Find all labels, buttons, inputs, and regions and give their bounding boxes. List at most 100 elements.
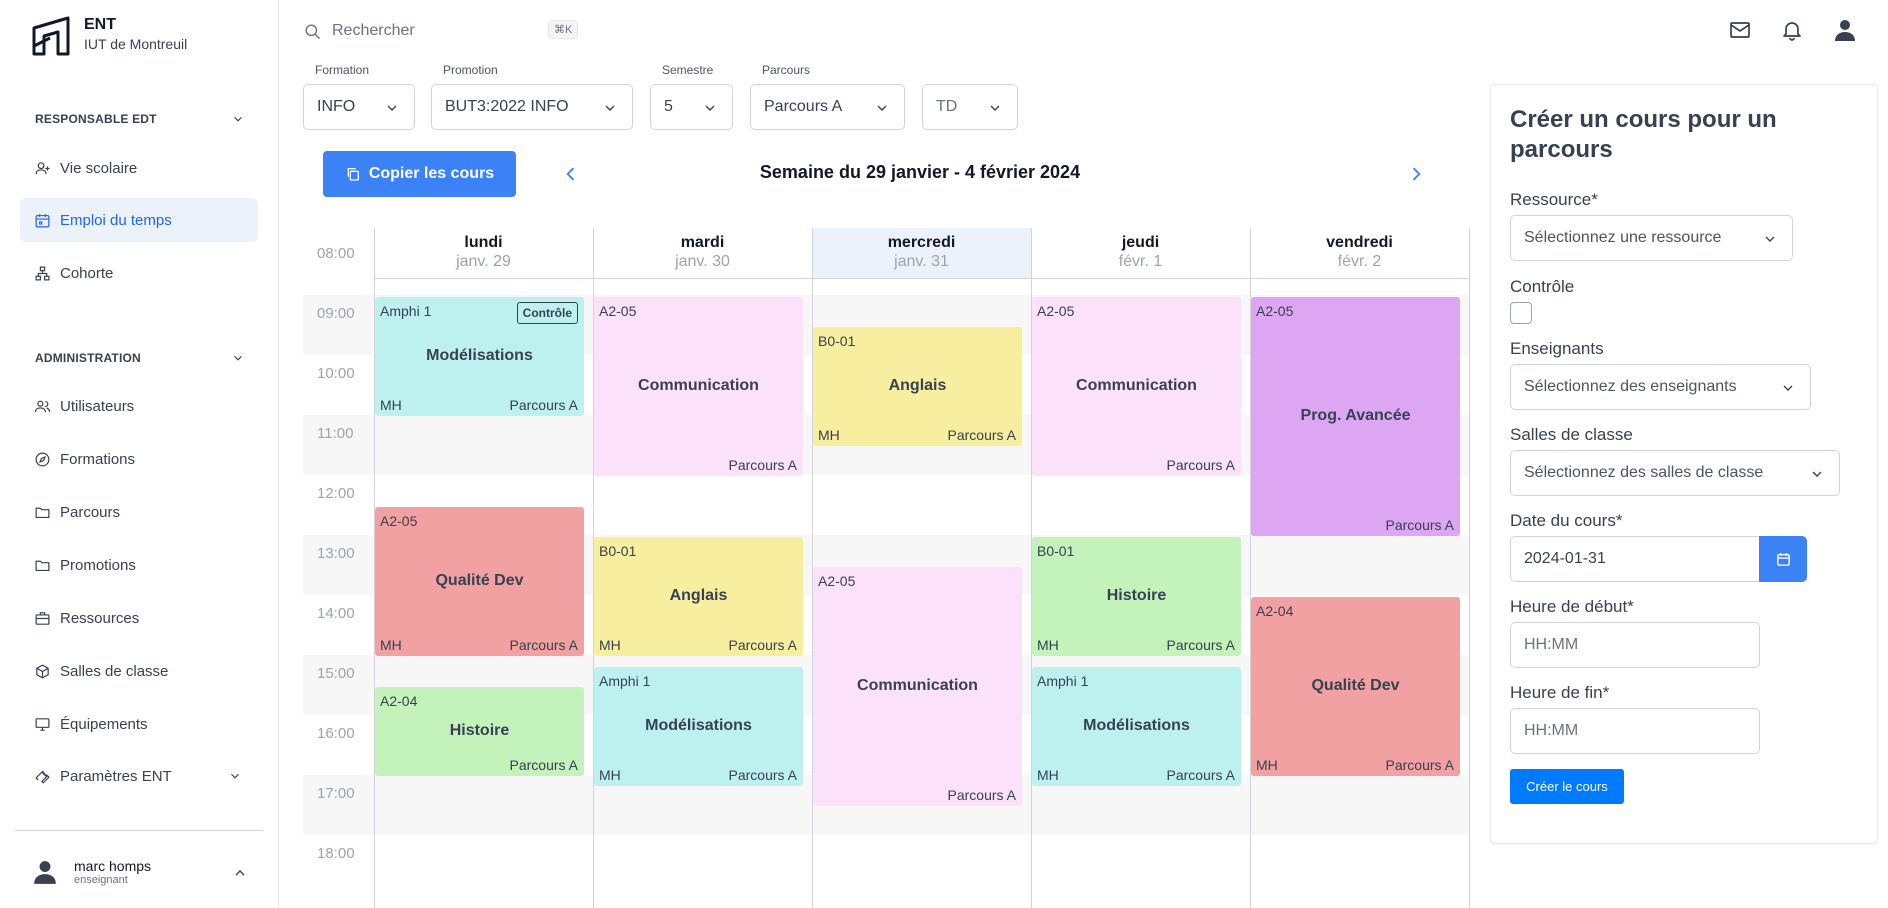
copy-courses-button[interactable]: Copier les cours [323,151,516,197]
enseignants-placeholder: Sélectionnez des enseignants [1524,378,1737,395]
hierarchy-icon [35,266,50,280]
sidebar-item-label: Paramètres ENT [60,767,172,785]
day-header[interactable]: lundi janv. 29 [374,228,593,278]
salles-select[interactable]: Sélectionnez des salles de classe [1510,450,1840,496]
hour-label: 10:00 [317,365,355,382]
course-room: B0-01 [1037,543,1075,559]
copy-icon [347,168,359,181]
briefcase-icon [35,611,50,625]
sidebar-item-promotions[interactable]: Promotions [20,543,258,587]
formation-label: Formation [315,63,370,77]
course-event[interactable]: B0-01 Anglais MH Parcours A [813,327,1022,446]
mail-icon[interactable] [1728,18,1752,42]
sidebar-item-vie-scolaire[interactable]: Vie scolaire [20,146,258,190]
course-event[interactable]: A2-05 Prog. Avancée Parcours A [1251,297,1460,536]
course-event[interactable]: Amphi 1 Modélisations MH Parcours A [1032,667,1241,786]
course-parcours: Parcours A [947,787,1016,803]
day-name: vendredi [1326,234,1393,251]
sidebar-item-cohorte[interactable]: Cohorte [20,251,258,295]
fin-label: Heure de fin* [1510,683,1610,702]
type-select[interactable]: TD [922,84,1018,130]
course-event[interactable]: Amphi 1 Modélisations MH Parcours A Contrôle [375,297,584,416]
sidebar-item-label: Parcours [60,503,121,521]
promotion-select[interactable]: BUT3:2022 INFO [431,84,633,130]
date-input[interactable]: 2024-01-31 [1510,536,1762,582]
course-teacher: MH [1256,757,1278,773]
chevron-down-icon [231,773,239,779]
course-event[interactable]: A2-04 Qualité Dev MH Parcours A [1251,597,1460,776]
day-header[interactable]: vendredi févr. 2 [1250,228,1469,278]
day-header[interactable]: mardi janv. 30 [593,228,812,278]
sidebar-item-parcours[interactable]: Parcours [20,490,258,534]
sidebar-item-ressources[interactable]: Ressources [20,596,258,640]
chevron-down-icon [1812,471,1822,477]
copy-courses-label: Copier les cours [368,165,495,182]
section-responsable-edt[interactable]: RESPONSABLE EDT [35,112,245,126]
parcours-label: Parcours [762,63,811,77]
course-event[interactable]: A2-05 Communication Parcours A [813,567,1022,806]
course-event[interactable]: A2-04 Histoire Parcours A [375,687,584,776]
course-teacher: MH [599,767,621,783]
enseignants-select[interactable]: Sélectionnez des enseignants [1510,364,1811,410]
monitor-icon [35,717,50,731]
start-time-input[interactable]: HH:MM [1510,622,1760,668]
course-room: B0-01 [599,543,637,559]
chevron-up-icon [235,870,245,876]
section-heading: ADMINISTRATION [35,351,141,365]
sidebar-item-salles-de-classe[interactable]: Salles de classe [20,649,258,693]
app-title: ENT [84,16,116,33]
controle-checkbox[interactable] [1510,302,1532,324]
bell-icon[interactable] [1780,18,1804,42]
search-placeholder: Rechercher [332,22,415,39]
type-value: TD [936,98,958,115]
semestre-select[interactable]: 5 [650,84,733,130]
chevron-left-icon[interactable] [561,164,581,184]
ressource-select[interactable]: Sélectionnez une ressource [1510,215,1793,261]
course-event[interactable]: Amphi 1 Modélisations MH Parcours A [594,667,803,786]
course-event[interactable]: B0-01 Anglais MH Parcours A [594,537,803,656]
day-date: févr. 2 [1337,253,1382,270]
search-input[interactable]: Rechercher ⌘K [303,18,579,44]
course-event[interactable]: A2-05 Communication Parcours A [1032,297,1241,476]
formation-select[interactable]: INFO [303,84,415,130]
sidebar-item-label: Salles de classe [60,662,169,680]
day-name: jeudi [1121,234,1160,251]
account-icon[interactable] [1833,18,1857,42]
sidebar-item-equipements[interactable]: Équipements [20,702,258,746]
sidebar-item-label: Promotions [60,556,136,574]
sidebar-item-emploi-du-temps[interactable]: Emploi du temps [20,198,258,242]
sidebar-item-formations[interactable]: Formations [20,437,258,481]
date-picker-button[interactable] [1759,536,1807,582]
course-title: Communication [638,376,759,394]
date-label: Date du cours* [1510,511,1623,530]
parcours-select[interactable]: Parcours A [750,84,905,130]
sidebar: ENT IUT de Montreuil RESPONSABLE EDT Vie… [0,0,279,908]
day-date: janv. 29 [456,253,511,270]
course-title: Modélisations [1083,716,1190,734]
sidebar-item-parametres-ent[interactable]: Paramètres ENT [20,754,258,798]
calendar-icon [1776,552,1790,566]
section-administration[interactable]: ADMINISTRATION [35,351,245,365]
day-name: mercredi [887,234,956,251]
enseignants-label: Enseignants [1510,339,1604,358]
course-parcours: Parcours A [728,457,797,473]
course-title: Prog. Avancée [1300,406,1411,424]
course-event[interactable]: A2-05 Qualité Dev MH Parcours A [375,507,584,656]
course-event[interactable]: B0-01 Histoire MH Parcours A [1032,537,1241,656]
create-course-button[interactable]: Créer le cours [1510,769,1624,804]
hour-label: 11:00 [317,425,354,442]
course-title: Anglais [888,376,947,394]
course-event[interactable]: A2-05 Communication Parcours A [594,297,803,476]
compass-icon [35,452,50,466]
day-header[interactable]: jeudi févr. 1 [1031,228,1250,278]
course-room: Amphi 1 [380,303,432,319]
sidebar-item-utilisateurs[interactable]: Utilisateurs [20,384,258,428]
sidebar-item-label: Ressources [60,609,140,627]
course-parcours: Parcours A [1166,457,1235,473]
sidebar-item-label: Vie scolaire [60,159,138,177]
user-menu[interactable]: marc homps enseignant [32,852,252,892]
chevron-right-icon[interactable] [1406,164,1426,184]
brand[interactable]: ENT IUT de Montreuil [32,16,187,56]
end-time-input[interactable]: HH:MM [1510,708,1760,754]
day-header[interactable]: mercredi janv. 31 [812,228,1031,278]
